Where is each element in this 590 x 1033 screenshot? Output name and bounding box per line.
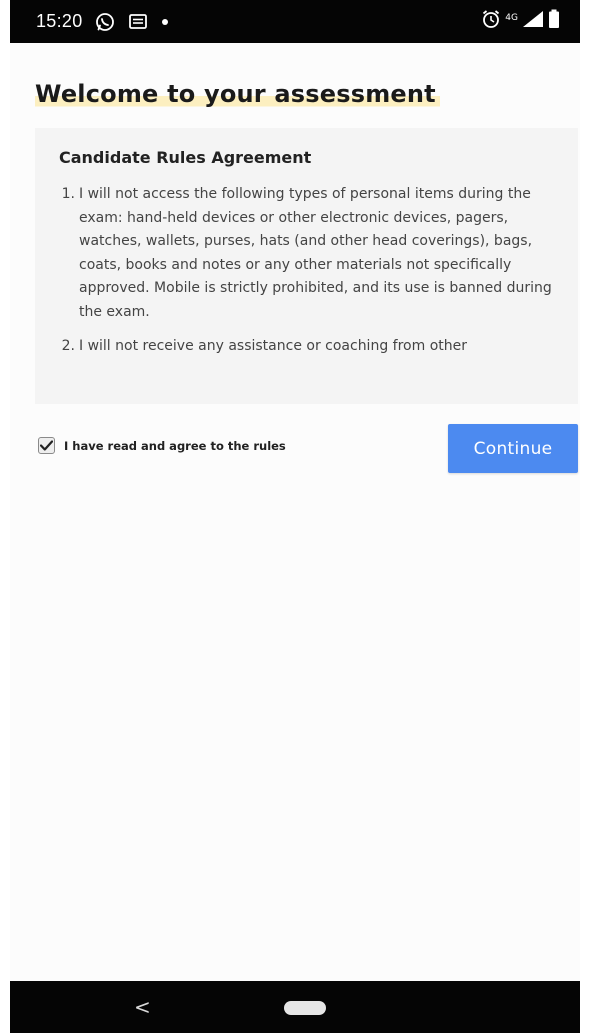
- system-nav-bar: <: [10, 981, 580, 1033]
- rule-item: 1. I will not access the following types…: [59, 183, 554, 324]
- message-icon: [128, 13, 147, 30]
- agree-label: I have read and agree to the rules: [64, 438, 286, 453]
- rule-item: 2. I will not receive any assistance or …: [59, 335, 554, 359]
- rule-number: 2.: [61, 338, 75, 354]
- continue-button[interactable]: Continue: [448, 424, 578, 473]
- status-time: 15:20: [36, 11, 83, 31]
- rules-heading: Candidate Rules Agreement: [59, 148, 312, 167]
- whatsapp-icon: [95, 12, 115, 32]
- checkmark-icon: [40, 440, 53, 451]
- signal-icon: [522, 10, 544, 33]
- data-signal-icon: 4G: [505, 12, 518, 23]
- status-bar: 15:20 4G: [10, 0, 580, 43]
- assessment-screen: Welcome to your assessment Candidate Rul…: [10, 43, 580, 981]
- rules-panel[interactable]: Candidate Rules Agreement 1. I will not …: [35, 128, 578, 404]
- screen-frame-right: [580, 0, 590, 1033]
- page-title: Welcome to your assessment: [35, 80, 440, 108]
- home-pill-icon[interactable]: [284, 1001, 326, 1015]
- agree-checkbox-row[interactable]: I have read and agree to the rules: [38, 437, 286, 454]
- rule-text: I will not access the following types of…: [79, 186, 552, 320]
- back-icon[interactable]: <: [134, 995, 151, 1019]
- rule-text: I will not receive any assistance or coa…: [79, 338, 467, 354]
- alarm-icon: [481, 9, 501, 34]
- battery-icon: [548, 9, 560, 34]
- screen-frame-left: [0, 0, 10, 1033]
- rules-list: 1. I will not access the following types…: [59, 183, 554, 359]
- agree-checkbox[interactable]: [38, 437, 55, 454]
- notification-dot-icon: [161, 18, 169, 26]
- rule-number: 1.: [61, 186, 75, 202]
